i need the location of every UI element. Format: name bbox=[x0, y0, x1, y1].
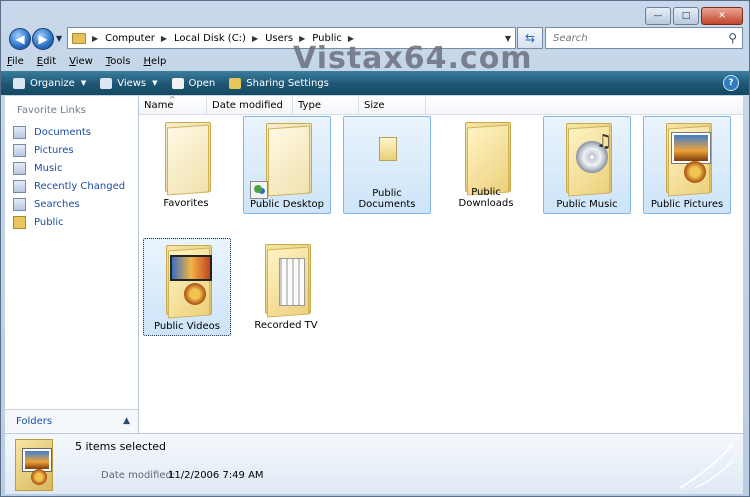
search-icon[interactable]: ⚲ bbox=[728, 31, 737, 45]
shared-users-icon bbox=[250, 181, 268, 199]
back-button[interactable]: ◀ bbox=[9, 28, 31, 50]
sort-ascending-icon: ^ bbox=[169, 95, 176, 104]
menubar: File Edit View Tools Help bbox=[1, 53, 749, 70]
documents-icon bbox=[13, 125, 26, 139]
file-view: Name ^ Date modified Type Size Favorites … bbox=[139, 95, 743, 433]
sharing-icon bbox=[229, 77, 242, 89]
folder-item-public-documents[interactable]: Public Documents bbox=[343, 116, 431, 214]
documents-folder-icon bbox=[379, 137, 397, 161]
close-button[interactable]: ✕ bbox=[701, 7, 743, 25]
minimize-button[interactable]: — bbox=[645, 7, 671, 25]
music-icon bbox=[13, 161, 26, 175]
search-input[interactable] bbox=[551, 31, 720, 45]
folder-icon bbox=[266, 123, 314, 197]
folder-item-public-desktop[interactable]: Public Desktop bbox=[243, 116, 331, 214]
folder-item-public-videos[interactable]: Public Videos bbox=[143, 238, 231, 336]
fav-link-recently-changed[interactable]: Recently Changed bbox=[13, 177, 125, 195]
fav-link-pictures[interactable]: Pictures bbox=[13, 141, 125, 159]
recorded-tv-folder-icon bbox=[265, 244, 313, 318]
column-size[interactable]: Size bbox=[359, 96, 426, 114]
folder-icon bbox=[465, 122, 513, 196]
close-icon: ✕ bbox=[718, 10, 726, 21]
folder-icon bbox=[72, 32, 86, 44]
recently-changed-icon bbox=[13, 179, 26, 193]
maximize-button[interactable]: □ bbox=[673, 7, 699, 25]
open-icon bbox=[171, 77, 184, 89]
favorite-links-heading: Favorite Links bbox=[17, 105, 86, 116]
videos-folder-icon bbox=[166, 245, 214, 319]
photo-icon bbox=[672, 133, 710, 163]
chevron-right-icon: ▶ bbox=[160, 33, 168, 43]
breadcrumb-root-arrow[interactable]: ▶ bbox=[92, 34, 105, 43]
search-box[interactable]: ⚲ bbox=[545, 27, 743, 49]
explorer-window: — □ ✕ ◀ ▶ ▼ ▶ Computer ▶ Local Disk (C:) ▶… bbox=[0, 0, 750, 497]
menu-tools[interactable]: Tools bbox=[106, 56, 131, 67]
chevron-down-icon: ▼ bbox=[80, 79, 87, 87]
folder-item-favorites[interactable]: Favorites bbox=[143, 116, 229, 212]
details-pane: 5 items selected Date modified: 11/2/200… bbox=[5, 433, 743, 494]
selection-count: 5 items selected bbox=[75, 440, 167, 453]
music-folder-icon: ♫ bbox=[566, 123, 614, 197]
open-button[interactable]: Open bbox=[171, 77, 215, 89]
folder-item-public-music[interactable]: ♫ Public Music bbox=[543, 116, 631, 214]
folder-icon bbox=[13, 215, 26, 229]
folders-toggle[interactable]: Folders ▲ bbox=[5, 409, 138, 432]
arrow-left-icon: ◀ bbox=[15, 32, 25, 46]
tv-strips-icon bbox=[279, 258, 305, 306]
minimize-icon: — bbox=[653, 10, 663, 21]
views-button[interactable]: Views ▼ bbox=[100, 77, 158, 89]
favorite-links-list: Documents Pictures Music Recently Change… bbox=[13, 123, 125, 231]
menu-file[interactable]: File bbox=[7, 56, 24, 67]
chevron-down-icon: ▼ bbox=[152, 79, 158, 87]
searches-icon bbox=[13, 197, 26, 211]
folder-item-public-downloads[interactable]: Public Downloads bbox=[443, 116, 529, 212]
organize-icon bbox=[13, 77, 25, 89]
column-date-modified[interactable]: Date modified bbox=[207, 96, 293, 114]
fav-link-music[interactable]: Music bbox=[13, 159, 125, 177]
menu-edit[interactable]: Edit bbox=[37, 56, 56, 67]
folders-label: Folders bbox=[16, 415, 53, 427]
reel-icon bbox=[184, 283, 206, 305]
pictures-folder-icon bbox=[666, 123, 714, 197]
views-icon bbox=[100, 77, 113, 89]
film-icon bbox=[170, 255, 212, 281]
flower-icon bbox=[684, 161, 706, 183]
music-note-icon: ♫ bbox=[596, 131, 613, 152]
column-type[interactable]: Type bbox=[293, 96, 359, 114]
sharing-settings-button[interactable]: Sharing Settings bbox=[229, 77, 329, 89]
forward-button[interactable]: ▶ bbox=[32, 28, 54, 50]
menu-view[interactable]: View bbox=[69, 56, 93, 67]
chevron-up-icon: ▲ bbox=[123, 416, 130, 426]
folder-item-public-pictures[interactable]: Public Pictures bbox=[643, 116, 731, 214]
breadcrumb-computer[interactable]: Computer ▶ bbox=[105, 33, 174, 44]
menu-help[interactable]: Help bbox=[144, 56, 167, 67]
date-modified-value: 11/2/2006 7:49 AM bbox=[168, 470, 264, 481]
maximize-icon: □ bbox=[681, 10, 691, 21]
fav-link-documents[interactable]: Documents bbox=[13, 123, 125, 141]
column-name[interactable]: Name ^ bbox=[139, 95, 207, 114]
caption-buttons: — □ ✕ bbox=[645, 7, 743, 25]
chevron-right-icon: ▶ bbox=[251, 33, 259, 43]
fav-link-searches[interactable]: Searches bbox=[13, 195, 125, 213]
organize-button[interactable]: Organize ▼ bbox=[13, 77, 87, 89]
multiple-items-icon bbox=[15, 439, 55, 491]
folder-item-recorded-tv[interactable]: Recorded TV bbox=[243, 238, 329, 334]
command-bar: Organize ▼ Views ▼ Open Sharing Settings ? bbox=[1, 71, 749, 95]
date-modified-label: Date modified: bbox=[101, 470, 176, 481]
navigation-pane: Favorite Links Documents Pictures Music … bbox=[5, 96, 139, 433]
column-header-row: Name ^ Date modified Type Size bbox=[139, 95, 743, 115]
breadcrumb-local-disk[interactable]: Local Disk (C:) ▶ bbox=[174, 33, 265, 44]
help-icon[interactable]: ? bbox=[723, 75, 739, 91]
pictures-icon bbox=[13, 143, 26, 157]
folder-icon bbox=[165, 122, 213, 196]
recent-pages-dropdown[interactable]: ▼ bbox=[56, 34, 62, 43]
arrow-right-icon: ▶ bbox=[38, 32, 48, 46]
decorative-swoosh-icon bbox=[679, 443, 734, 489]
fav-link-public[interactable]: Public bbox=[13, 213, 125, 231]
